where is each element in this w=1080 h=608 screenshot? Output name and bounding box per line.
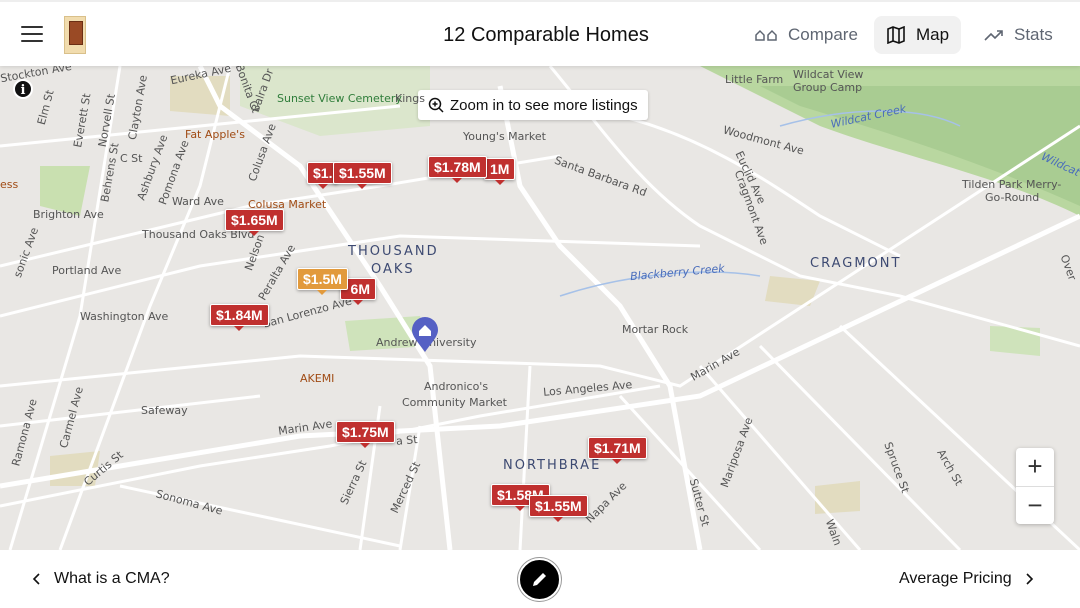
street-label: Brighton Ave [33, 208, 104, 221]
place-label: Kings [395, 92, 425, 105]
zoom-hint: Zoom in to see more listings [418, 90, 648, 120]
trend-up-icon [984, 30, 1003, 41]
place-label: Tilden Park Merry- [962, 178, 1062, 191]
next-button[interactable]: Average Pricing [899, 570, 1034, 588]
poi-label: Community Market [402, 396, 507, 409]
tab-stats[interactable]: Stats [972, 16, 1065, 54]
street-label: Washington Ave [80, 310, 169, 323]
tab-map[interactable]: Map [874, 16, 962, 54]
tab-compare[interactable]: Compare [742, 16, 870, 54]
zoom-hint-text: Zoom in to see more listings [450, 96, 638, 114]
poi-label: Fat Apple's [185, 128, 245, 141]
street-label: C St [120, 152, 143, 165]
poi-label: Andronico's [424, 380, 489, 393]
poi-label: Young's Market [463, 130, 546, 143]
place-label: Little Farm [725, 73, 784, 86]
next-label: Average Pricing [899, 570, 1012, 587]
chevron-left-icon [32, 573, 40, 585]
listing-price-marker[interactable]: 1M [484, 158, 516, 185]
listing-price-marker[interactable]: $1.55M [529, 495, 588, 522]
place-label: Group Camp [793, 81, 863, 94]
neighborhood-label: NORTHBRAE [503, 458, 602, 473]
listing-price-marker[interactable]: $1.65M [225, 209, 284, 236]
listing-price-marker[interactable]: $1.75M [336, 421, 395, 448]
tab-map-label: Map [916, 25, 950, 44]
zoom-in-button[interactable]: + [1016, 448, 1054, 486]
tab-stats-label: Stats [1014, 25, 1053, 44]
zoom-controls: + − [1016, 448, 1054, 524]
listing-price-marker[interactable]: $1.71M [588, 437, 647, 464]
tab-compare-label: Compare [788, 25, 858, 44]
street-label: Portland Ave [52, 264, 122, 277]
listing-price-marker[interactable]: $1.55M [333, 162, 392, 189]
map-view[interactable]: i Zoom in to see more listings Stockton … [0, 66, 1080, 550]
listing-price-marker[interactable]: $1.84M [210, 304, 269, 331]
place-label: Sunset View Cemetery [277, 92, 402, 105]
edit-button[interactable] [518, 558, 561, 601]
neighborhood-label: CRAGMONT [810, 256, 902, 271]
prev-button[interactable]: What is a CMA? [32, 570, 170, 588]
neighborhood-label: THOUSAND [348, 244, 439, 259]
subject-price-marker[interactable]: $1.5M [297, 268, 348, 295]
app-header: 12 Comparable Homes Compare Map Stats [0, 0, 1080, 66]
poi-label: Safeway [141, 404, 188, 417]
pencil-icon [533, 573, 546, 586]
chevron-right-icon [1026, 573, 1033, 585]
street-label: Ward Ave [172, 195, 224, 208]
zoom-out-button[interactable]: − [1016, 486, 1054, 524]
listing-price-marker[interactable]: $1.78M [428, 156, 487, 183]
subject-home-pin-icon[interactable] [411, 317, 439, 353]
poi-label: AKEMI [300, 372, 335, 385]
houses-icon [755, 29, 777, 41]
map-icon [887, 26, 905, 44]
prev-label: What is a CMA? [54, 570, 170, 587]
place-label: Wildcat View [793, 68, 864, 81]
place-label: Mortar Rock [622, 323, 689, 336]
place-label: Go-Round [985, 191, 1040, 204]
zoom-in-magnifier-icon [428, 97, 444, 113]
neighborhood-label: OAKS [371, 262, 415, 277]
street-label: a St [395, 433, 419, 448]
street-label: ess [0, 178, 19, 191]
